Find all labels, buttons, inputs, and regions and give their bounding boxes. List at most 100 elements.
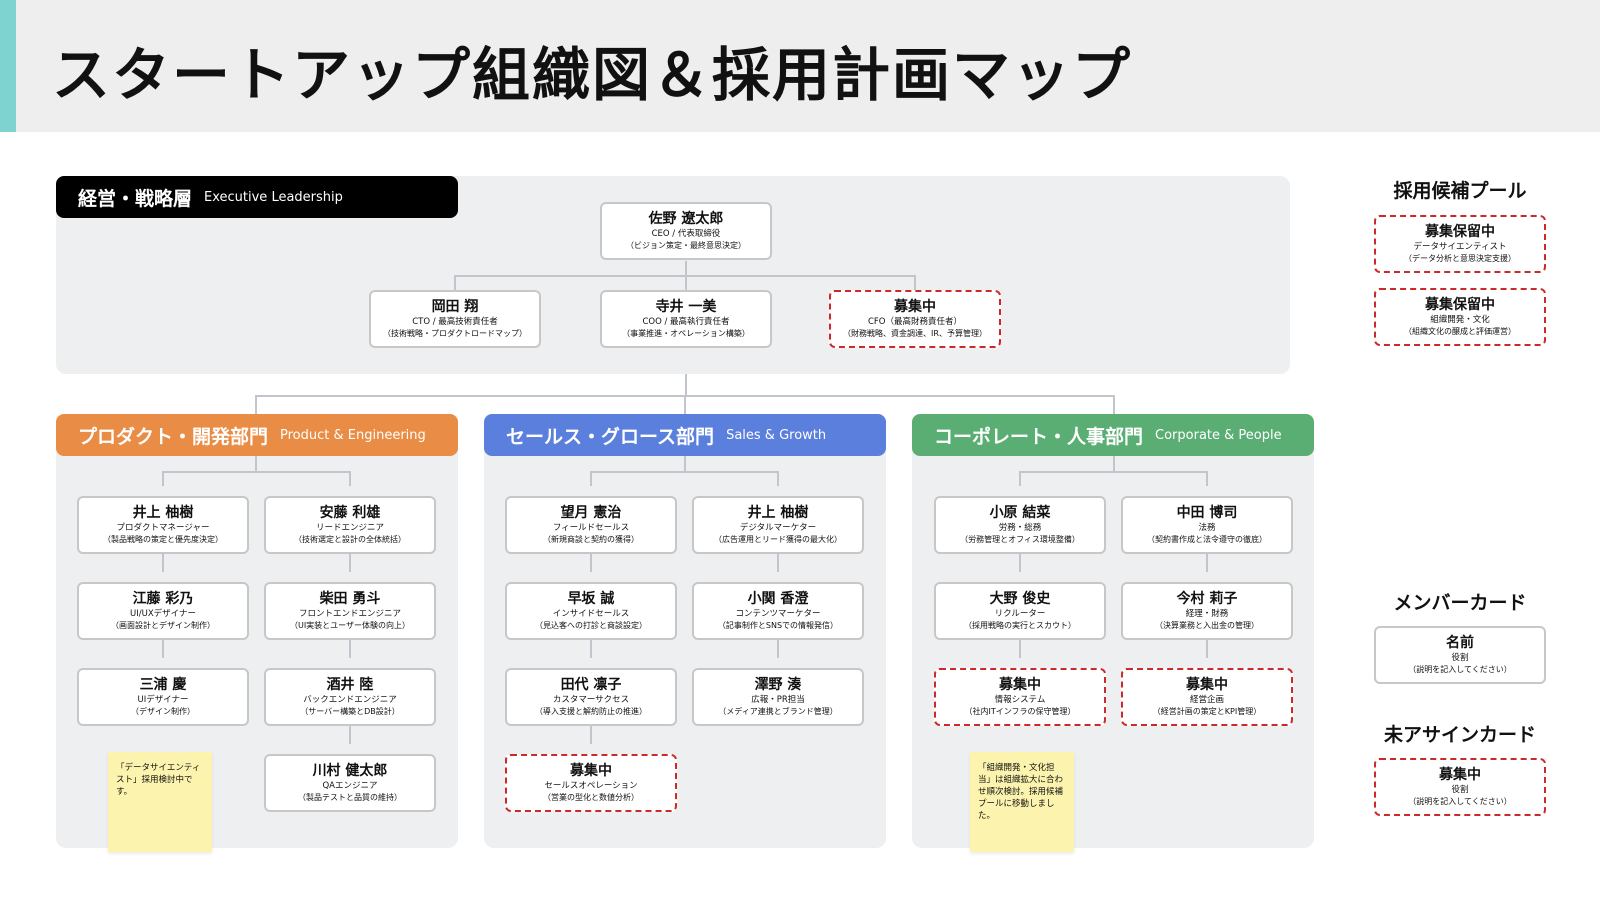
member-name: 小関 香澄 [747, 591, 809, 607]
member-role: リードエンジニア [315, 523, 384, 533]
member-card[interactable]: 大野 俊史 リクルーター （採用戦略の実行とスカウト） [934, 582, 1106, 640]
member-desc: （サーバー構築とDB設計） [300, 707, 400, 716]
member-name: 酒井 陸 [326, 677, 374, 693]
member-role: プロダクトマネージャー [116, 523, 210, 533]
member-name: 澤野 湊 [754, 677, 802, 693]
member-card[interactable]: 川村 健太郎 QAエンジニア （製品テストと品質の維持） [264, 754, 436, 812]
member-role: デジタルマーケター [739, 523, 817, 533]
member-card[interactable]: 安藤 利雄 リードエンジニア （技術選定と設計の全体統括） [264, 496, 436, 554]
member-card[interactable]: 江藤 彩乃 UI/UXデザイナー （画面設計とデザイン制作） [77, 582, 249, 640]
member-card[interactable]: 三浦 慶 UIデザイナー （デザイン制作） [77, 668, 249, 726]
member-desc: （財務戦略、資金調達、IR、予算管理） [843, 329, 987, 338]
member-name: 井上 柚樹 [747, 505, 809, 521]
member-desc: （労務管理とオフィス環境整備） [960, 535, 1080, 544]
executive-label-en: Executive Leadership [204, 189, 343, 205]
member-desc: （契約書作成と法令遵守の徹底） [1147, 535, 1267, 544]
member-role: 組織開発・文化 [1430, 315, 1490, 325]
member-desc: （営業の型化と数値分析） [543, 793, 639, 802]
member-name: 安藤 利雄 [319, 505, 381, 521]
member-name: 募集中 [570, 763, 612, 779]
member-role: データサイエンティスト [1413, 242, 1507, 252]
member-card-template[interactable]: 名前 役割 （説明を記入してください） [1374, 626, 1546, 684]
member-desc: （技術戦略・プロダクトロードマップ） [383, 329, 527, 338]
member-name: 江藤 彩乃 [132, 591, 194, 607]
member-role: COO / 最高執行責任者 [642, 317, 730, 327]
cto-card[interactable]: 岡田 翔 CTO / 最高技術責任者 （技術戦略・プロダクトロードマップ） [369, 290, 541, 348]
sales-label-en: Sales & Growth [726, 427, 827, 443]
member-role: カスタマーサクセス [552, 695, 630, 705]
product-header: プロダクト・開発部門 Product & Engineering [56, 414, 458, 456]
member-card[interactable]: 酒井 陸 バックエンドエンジニア （サーバー構築とDB設計） [264, 668, 436, 726]
member-desc: （説明を記入してください） [1408, 665, 1512, 674]
member-role: 役割 [1451, 653, 1469, 663]
corporate-label-ja: コーポレート・人事部門 [934, 425, 1144, 448]
member-name: 田代 凛子 [560, 677, 622, 693]
member-role: コンテンツマーケター [735, 609, 821, 619]
vacancy-card[interactable]: 募集中 情報システム （社内ITインフラの保守管理） [934, 668, 1106, 726]
cfo-vacancy-card[interactable]: 募集中 CFO（最高財務責任者） （財務戦略、資金調達、IR、予算管理） [829, 290, 1001, 348]
ceo-card[interactable]: 佐野 遼太郎 CEO / 代表取締役 （ビジョン策定・最終意思決定） [600, 202, 772, 260]
member-card[interactable]: 井上 柚樹 プロダクトマネージャー （製品戦略の策定と優先度決定） [77, 496, 249, 554]
member-role: インサイドセールス [552, 609, 630, 619]
product-label-en: Product & Engineering [280, 427, 426, 443]
member-desc: （事業推進・オペレーション構築） [622, 329, 750, 338]
member-desc: （広告運用とリード獲得の最大化） [714, 535, 842, 544]
member-role: 法務 [1198, 523, 1216, 533]
member-card[interactable]: 澤野 湊 広報・PR担当 （メディア連携とブランド管理） [692, 668, 864, 726]
member-role: 経理・財務 [1185, 609, 1229, 619]
member-name: 佐野 遼太郎 [648, 211, 724, 227]
member-role: CEO / 代表取締役 [651, 229, 721, 239]
member-card[interactable]: 今村 莉子 経理・財務 （決算業務と入出金の管理） [1121, 582, 1293, 640]
member-name: 中田 博司 [1176, 505, 1238, 521]
executive-label-ja: 経営・戦略層 [78, 187, 193, 210]
vacancy-card[interactable]: 募集中 セールスオペレーション （営業の型化と数値分析） [505, 754, 677, 812]
member-name: 今村 莉子 [1176, 591, 1238, 607]
member-card[interactable]: 井上 柚樹 デジタルマーケター （広告運用とリード獲得の最大化） [692, 496, 864, 554]
member-card[interactable]: 中田 博司 法務 （契約書作成と法令遵守の徹底） [1121, 496, 1293, 554]
member-role: フィールドセールス [552, 523, 630, 533]
member-desc: （製品戦略の策定と優先度決定） [103, 535, 223, 544]
pool-card[interactable]: 募集保留中 組織開発・文化 （組織文化の醸成と評価運営） [1374, 288, 1546, 346]
unassigned-card-legend-title: 未アサインカード [1383, 724, 1536, 746]
vacancy-card[interactable]: 募集中 経営企画 （経営計画の策定とKPI管理） [1121, 668, 1293, 726]
coo-card[interactable]: 寺井 一美 COO / 最高執行責任者 （事業推進・オペレーション構築） [600, 290, 772, 348]
member-name: 募集保留中 [1425, 224, 1495, 240]
member-card[interactable]: 田代 凛子 カスタマーサクセス （導入支援と解約防止の推進） [505, 668, 677, 726]
member-role: 労務・総務 [998, 523, 1042, 533]
member-card[interactable]: 望月 憲治 フィールドセールス （新規商談と契約の獲得） [505, 496, 677, 554]
member-name: 募集中 [1439, 767, 1481, 783]
member-name: 柴田 勇斗 [319, 591, 381, 607]
member-role: 経営企画 [1189, 695, 1224, 705]
member-name: 小原 結菜 [989, 505, 1051, 521]
member-card[interactable]: 柴田 勇斗 フロントエンドエンジニア （UI実装とユーザー体験の向上） [264, 582, 436, 640]
member-desc: （記事制作とSNSでの情報発信） [717, 621, 839, 630]
member-name: 募集中 [999, 677, 1041, 693]
member-card[interactable]: 小原 結菜 労務・総務 （労務管理とオフィス環境整備） [934, 496, 1106, 554]
member-card[interactable]: 小関 香澄 コンテンツマーケター （記事制作とSNSでの情報発信） [692, 582, 864, 640]
member-desc: （技術選定と設計の全体統括） [294, 535, 406, 544]
corporate-header: コーポレート・人事部門 Corporate & People [912, 414, 1314, 456]
executive-header: 経営・戦略層 Executive Leadership [56, 176, 458, 218]
member-desc: （データ分析と意思決定支援） [1404, 254, 1516, 263]
member-name: 募集保留中 [1425, 297, 1495, 313]
member-desc: （メディア連携とブランド管理） [718, 707, 838, 716]
corporate-label-en: Corporate & People [1155, 427, 1282, 443]
product-label-ja: プロダクト・開発部門 [78, 425, 269, 448]
member-role: 広報・PR担当 [751, 695, 805, 705]
unassigned-card-template[interactable]: 募集中 役割 （説明を記入してください） [1374, 758, 1546, 816]
member-role: フロントエンドエンジニア [298, 609, 401, 619]
member-name: 募集中 [1186, 677, 1228, 693]
member-role: UI/UXデザイナー [130, 609, 196, 619]
member-name: 早坂 誠 [567, 591, 615, 607]
member-name: 岡田 翔 [431, 299, 479, 315]
member-desc: （製品テストと品質の維持） [298, 793, 402, 802]
sticky-note-product[interactable]: 「データサイエンティスト」採用検討中です。 [108, 752, 212, 852]
member-role: セールスオペレーション [544, 781, 638, 791]
pool-card[interactable]: 募集保留中 データサイエンティスト （データ分析と意思決定支援） [1374, 215, 1546, 273]
sales-header: セールス・グロース部門 Sales & Growth [484, 414, 886, 456]
member-card[interactable]: 早坂 誠 インサイドセールス （見込客への打診と商談設定） [505, 582, 677, 640]
sales-label-ja: セールス・グロース部門 [506, 425, 715, 448]
member-name: 名前 [1446, 635, 1474, 651]
sticky-note-corporate[interactable]: 「組織開発・文化担当」は組織拡大に合わせ順次検討。採用候補プールに移動しました。 [970, 752, 1074, 852]
member-name: 三浦 慶 [139, 677, 187, 693]
